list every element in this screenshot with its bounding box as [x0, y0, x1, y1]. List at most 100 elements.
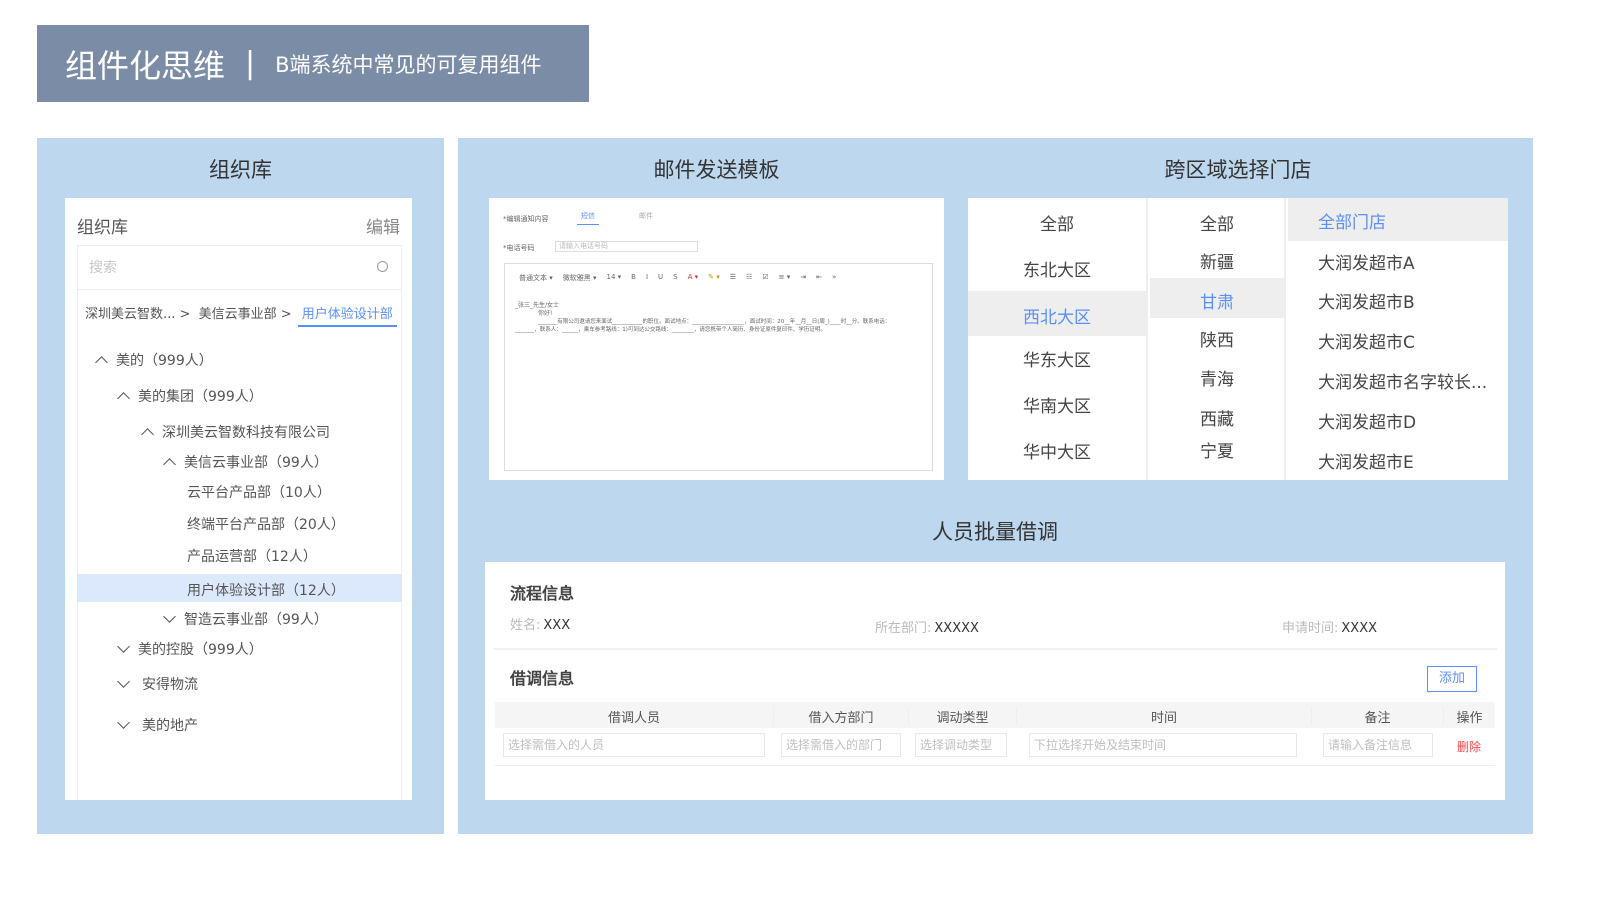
- chevron-down-icon[interactable]: [117, 716, 130, 729]
- highlight-icon[interactable]: ✎ ▾: [708, 273, 720, 283]
- search-placeholder: 搜索: [89, 260, 117, 276]
- province-column: 全部 新疆 甘肃 陕西 青海 西藏 宁夏: [1150, 198, 1286, 480]
- tree-node[interactable]: 美的控股（999人）: [117, 639, 263, 659]
- area-item[interactable]: 华东大区: [968, 336, 1146, 382]
- tab-email[interactable]: 邮件: [639, 211, 653, 221]
- toolbar-item[interactable]: 14 ▾: [607, 273, 622, 283]
- province-item[interactable]: 青海: [1150, 357, 1284, 397]
- email-card: *编辑通知内容 短信 邮件 *电话号码 请输入电话号码 普通文本 ▾ 微软雅黑 …: [489, 198, 944, 480]
- area-column: 全部 东北大区 西北大区 华东大区 华南大区 华中大区: [968, 198, 1148, 480]
- chevron-down-icon[interactable]: [117, 640, 130, 653]
- chevron-up-icon[interactable]: [95, 356, 108, 369]
- process-title: 流程信息: [510, 584, 575, 603]
- org-card-title: 组织库: [77, 218, 128, 238]
- bullet-list-icon[interactable]: ☰: [730, 273, 736, 283]
- col-note: 备注: [1311, 707, 1443, 726]
- tree-node[interactable]: 安得物流: [117, 674, 198, 694]
- delete-button[interactable]: 删除: [1457, 738, 1481, 755]
- note-input[interactable]: 请输入备注信息: [1323, 733, 1433, 757]
- strikethrough-icon[interactable]: S: [673, 273, 677, 283]
- store-item[interactable]: 大润发超市B: [1288, 280, 1508, 320]
- region-section-title: 跨区域选择门店: [1164, 158, 1312, 182]
- add-button[interactable]: 添加: [1427, 666, 1477, 692]
- toolbar-item[interactable]: 普通文本 ▾: [519, 273, 553, 283]
- underline-icon[interactable]: U: [658, 273, 663, 283]
- header-title: 组件化思维: [65, 46, 226, 85]
- header-separator: |: [245, 46, 256, 81]
- area-item[interactable]: 华南大区: [968, 382, 1146, 428]
- tree-node[interactable]: 终端平台产品部（20人）: [187, 514, 345, 534]
- borrow-title: 借调信息: [510, 669, 575, 688]
- font-color-icon[interactable]: A ▾: [688, 273, 699, 283]
- province-item[interactable]: 西藏: [1150, 397, 1284, 433]
- chevron-up-icon[interactable]: [163, 458, 176, 471]
- province-item-selected[interactable]: 甘肃: [1150, 278, 1284, 318]
- borrow-card: 流程信息 姓名: XXX 所在部门: XXXXX 申请时间: XXXX 借调信息 添加…: [485, 562, 1505, 800]
- toolbar-item[interactable]: 微软雅黑 ▾: [563, 273, 597, 283]
- store-item[interactable]: 大润发超市C: [1288, 320, 1508, 360]
- province-item[interactable]: 宁夏: [1150, 433, 1284, 473]
- table-row: 选择需借入的人员 选择需借入的部门 选择调动类型 下拉选择开始及结束时间 请输入…: [495, 728, 1495, 766]
- region-selector: 全部 东北大区 西北大区 华东大区 华南大区 华中大区 全部 新疆 甘肃 陕西 …: [968, 198, 1508, 480]
- bold-icon[interactable]: B: [631, 273, 636, 283]
- checkbox-icon[interactable]: ☑: [762, 273, 768, 283]
- tree-node[interactable]: 深圳美云智数科技有限公司: [141, 422, 330, 442]
- edit-button[interactable]: 编辑: [366, 213, 400, 238]
- borrow-section-title: 人员批量借调: [932, 520, 1058, 544]
- col-action: 操作: [1443, 707, 1495, 726]
- body-line: _______有限公司邀请您来面试___________的职位。面试地点：___…: [538, 319, 891, 325]
- province-item[interactable]: 全部: [1150, 198, 1284, 238]
- org-section-title: 组织库: [209, 158, 272, 182]
- store-item[interactable]: 大润发超市E: [1288, 440, 1508, 480]
- tree-node[interactable]: 美的集团（999人）: [117, 386, 263, 406]
- type-select[interactable]: 选择调动类型: [915, 733, 1007, 757]
- chevron-down-icon[interactable]: [117, 675, 130, 688]
- breadcrumb-item[interactable]: 深圳美云智数...: [85, 307, 175, 322]
- tree-node[interactable]: 美的（999人）: [95, 350, 213, 370]
- chevron-up-icon[interactable]: [141, 428, 154, 441]
- tab-sms[interactable]: 短信: [577, 211, 599, 225]
- person-select[interactable]: 选择需借入的人员: [503, 733, 765, 757]
- phone-label: *电话号码: [503, 244, 535, 252]
- tree-node[interactable]: 产品运营部（12人）: [187, 546, 317, 566]
- field-dept: 所在部门: XXXXX: [875, 621, 979, 636]
- italic-icon[interactable]: I: [646, 273, 648, 283]
- chevron-up-icon[interactable]: [117, 392, 130, 405]
- store-item[interactable]: 大润发超市D: [1288, 400, 1508, 440]
- breadcrumb-item[interactable]: 美信云事业部: [199, 307, 277, 322]
- area-item-selected[interactable]: 西北大区: [968, 291, 1146, 336]
- area-item[interactable]: 全部: [968, 198, 1146, 244]
- chevron-down-icon[interactable]: [163, 610, 176, 623]
- store-item[interactable]: 大润发超市名字较长...: [1288, 360, 1508, 400]
- header-subtitle: B端系统中常见的可复用组件: [275, 52, 542, 77]
- align-icon[interactable]: ≡ ▾: [779, 273, 791, 283]
- col-type: 调动类型: [908, 707, 1016, 726]
- tree-node[interactable]: 美的地产: [117, 715, 198, 735]
- search-input[interactable]: 搜索: [77, 245, 402, 290]
- body-line: _______，联系人：______，乘车参考路线：1)可到达公交路线：____…: [515, 327, 826, 333]
- area-item[interactable]: 东北大区: [968, 244, 1146, 291]
- editor-toolbar: 普通文本 ▾ 微软雅黑 ▾ 14 ▾ B I U S A ▾ ✎ ▾ ☰ ☷ ☑…: [519, 273, 836, 283]
- tree-node-selected[interactable]: 用户体验设计部（12人）: [187, 580, 345, 600]
- store-item-selected[interactable]: 全部门店: [1288, 198, 1508, 241]
- indent-icon[interactable]: ⇥: [800, 273, 806, 283]
- province-item[interactable]: 陕西: [1150, 318, 1284, 357]
- area-item[interactable]: 华中大区: [968, 428, 1146, 474]
- breadcrumb: 深圳美云智数... > 美信云事业部 > 用户体验设计部: [85, 303, 397, 327]
- province-item[interactable]: 新疆: [1150, 238, 1284, 278]
- search-icon[interactable]: [377, 261, 388, 272]
- more-icon[interactable]: »: [832, 273, 836, 283]
- time-range-select[interactable]: 下拉选择开始及结束时间: [1029, 733, 1297, 757]
- phone-input[interactable]: 请输入电话号码: [555, 241, 698, 252]
- numbered-list-icon[interactable]: ☷: [746, 273, 752, 283]
- tree-node[interactable]: 云平台产品部（10人）: [187, 482, 331, 502]
- tree-node[interactable]: 美信云事业部（99人）: [163, 452, 328, 472]
- org-panel: 组织库 组织库 编辑 搜索 深圳美云智数... > 美信云事业部 > 用户体验设…: [37, 138, 444, 834]
- breadcrumb-item-current[interactable]: 用户体验设计部: [297, 307, 397, 327]
- col-person: 借调人员: [607, 711, 660, 726]
- outdent-icon[interactable]: ⇤: [816, 273, 822, 283]
- rich-text-editor[interactable]: 普通文本 ▾ 微软雅黑 ▾ 14 ▾ B I U S A ▾ ✎ ▾ ☰ ☷ ☑…: [504, 263, 933, 471]
- dept-select[interactable]: 选择需借入的部门: [781, 733, 901, 757]
- store-item[interactable]: 大润发超市A: [1288, 241, 1508, 280]
- tree-node[interactable]: 智造云事业部（99人）: [163, 609, 328, 629]
